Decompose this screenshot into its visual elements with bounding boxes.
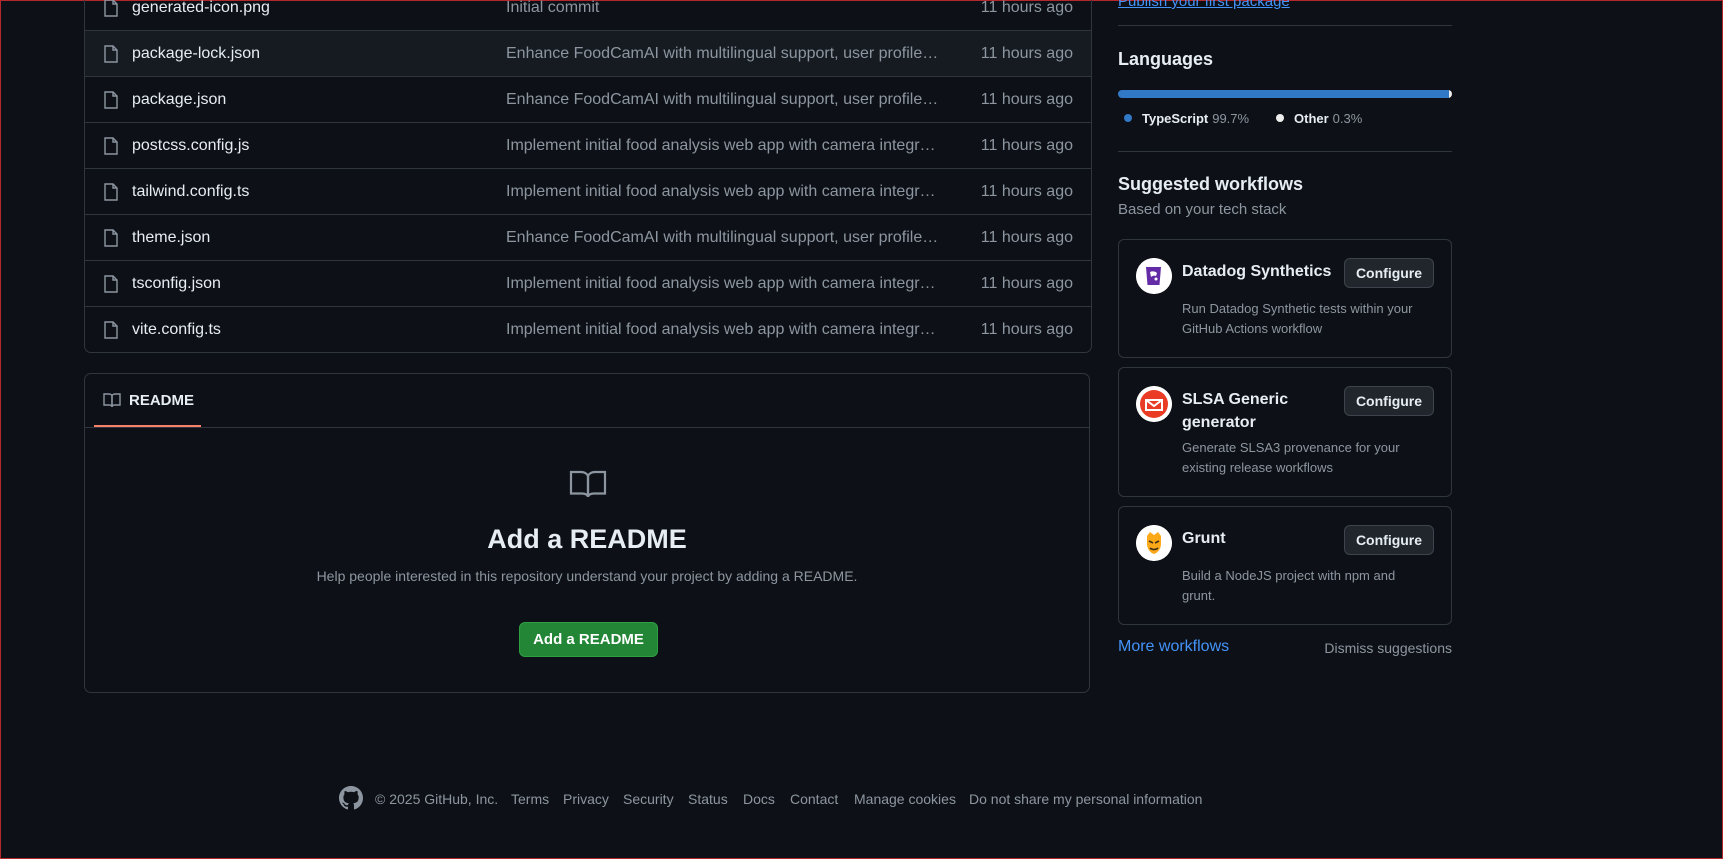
commit-age: 11 hours ago (980, 137, 1073, 154)
commit-age: 11 hours ago (980, 321, 1073, 338)
publish-package-link[interactable]: Publish your first package (1118, 0, 1290, 10)
book-icon (103, 393, 121, 408)
workflow-description: Generate SLSA3 provenance for your exist… (1182, 440, 1400, 475)
file-row[interactable]: theme.json Enhance FoodCamAI with multil… (85, 214, 1091, 260)
commit-age: 11 hours ago (980, 183, 1073, 200)
footer-link-privacy[interactable]: Privacy (563, 791, 609, 807)
footer-link-status[interactable]: Status (688, 791, 728, 807)
workflow-name: Grunt (1182, 530, 1226, 547)
file-icon (104, 137, 118, 155)
file-icon (104, 183, 118, 201)
commit-message-link[interactable]: Implement initial food analysis web app … (506, 183, 940, 201)
commit-age: 11 hours ago (980, 229, 1073, 246)
slsa-icon (1136, 386, 1172, 422)
dismiss-suggestions-button[interactable]: Dismiss suggestions (1324, 640, 1452, 656)
language-dot-icon (1124, 114, 1132, 122)
readme-empty-description: Help people interested in this repositor… (316, 568, 858, 584)
file-row[interactable]: postcss.config.js Implement initial food… (85, 122, 1091, 168)
file-list: generated-icon.png Initial commit 11 hou… (84, 0, 1092, 353)
commit-message-link[interactable]: Implement initial food analysis web app … (506, 275, 940, 293)
commit-message-link[interactable]: Enhance FoodCamAI with multilingual supp… (506, 45, 940, 63)
file-row[interactable]: package-lock.json Enhance FoodCamAI with… (85, 30, 1091, 76)
commit-message-link[interactable]: Implement initial food analysis web app … (506, 321, 940, 339)
footer-link-terms[interactable]: Terms (511, 791, 549, 807)
footer-link-contact[interactable]: Contact (790, 791, 838, 807)
file-row[interactable]: vite.config.ts Implement initial food an… (85, 306, 1091, 352)
add-readme-button[interactable]: Add a README (519, 622, 658, 657)
file-icon (104, 45, 118, 63)
workflow-name: SLSA Generic generator (1182, 391, 1289, 431)
file-name-link[interactable]: tailwind.config.ts (132, 183, 249, 201)
grunt-icon (1136, 525, 1172, 561)
file-row[interactable]: tailwind.config.ts Implement initial foo… (85, 168, 1091, 214)
file-icon (104, 275, 118, 293)
file-name-link[interactable]: tsconfig.json (132, 275, 221, 293)
commit-message-link[interactable]: Enhance FoodCamAI with multilingual supp… (506, 229, 940, 247)
readme-panel: README Add a README Help people interest… (84, 373, 1090, 693)
commit-age: 11 hours ago (980, 91, 1073, 108)
language-other[interactable]: Other 0.3% (1276, 111, 1362, 126)
footer-link-docs[interactable]: Docs (743, 791, 775, 807)
file-name-link[interactable]: package-lock.json (132, 45, 260, 63)
configure-button[interactable]: Configure (1344, 386, 1434, 416)
file-icon (104, 229, 118, 247)
file-icon (104, 0, 118, 17)
workflow-card-slsa: SLSA Generic generator Generate SLSA3 pr… (1118, 367, 1452, 497)
footer-link-manage-cookies[interactable]: Manage cookies (854, 791, 956, 807)
tab-readme-label: README (129, 392, 195, 409)
file-icon (104, 321, 118, 339)
datadog-icon (1136, 258, 1172, 294)
file-name-link[interactable]: vite.config.ts (132, 321, 221, 339)
file-icon (104, 91, 118, 109)
workflow-name: Datadog Synthetics (1182, 263, 1332, 280)
suggested-workflows-heading: Suggested workflows (1118, 174, 1304, 194)
footer-link-security[interactable]: Security (623, 791, 674, 807)
file-name-link[interactable]: generated-icon.png (132, 0, 270, 17)
commit-age: 11 hours ago (980, 0, 1073, 16)
workflow-card-grunt: Grunt Build a NodeJS project with npm an… (1118, 506, 1452, 625)
file-row[interactable]: package.json Enhance FoodCamAI with mult… (85, 76, 1091, 122)
file-row[interactable]: tsconfig.json Implement initial food ana… (85, 260, 1091, 306)
configure-button[interactable]: Configure (1344, 525, 1434, 555)
commit-message-link[interactable]: Initial commit (506, 0, 940, 17)
divider (85, 427, 1089, 428)
file-name-link[interactable]: postcss.config.js (132, 137, 249, 155)
divider (1118, 151, 1452, 152)
workflow-description: Build a NodeJS project with npm and grun… (1182, 568, 1396, 603)
workflow-description: Run Datadog Synthetic tests within your … (1182, 301, 1413, 336)
divider (1118, 25, 1452, 26)
footer-link-do-not-share[interactable]: Do not share my personal information (969, 791, 1202, 807)
commit-age: 11 hours ago (980, 275, 1073, 292)
language-typescript[interactable]: TypeScript 99.7% (1124, 111, 1249, 126)
commit-message-link[interactable]: Implement initial food analysis web app … (506, 137, 940, 155)
languages-heading: Languages (1118, 49, 1214, 69)
commit-age: 11 hours ago (980, 45, 1073, 62)
copyright: © 2025 GitHub, Inc. (375, 791, 499, 807)
tab-readme[interactable]: README (94, 374, 201, 427)
file-name-link[interactable]: package.json (132, 91, 226, 109)
language-bar-typescript (1118, 90, 1450, 98)
github-logo-icon[interactable] (339, 786, 363, 810)
commit-message-link[interactable]: Enhance FoodCamAI with multilingual supp… (506, 91, 940, 109)
language-bar-other (1449, 90, 1452, 98)
more-workflows-link[interactable]: More workflows (1118, 638, 1229, 656)
workflow-card-datadog: Datadog Synthetics Run Datadog Synthetic… (1118, 239, 1452, 358)
book-icon (569, 470, 607, 498)
configure-button[interactable]: Configure (1344, 258, 1434, 288)
file-name-link[interactable]: theme.json (132, 229, 210, 247)
language-dot-icon (1276, 114, 1284, 122)
readme-empty-title: Add a README (487, 524, 687, 554)
language-bar (1118, 90, 1452, 98)
suggested-workflows-subtitle: Based on your tech stack (1118, 201, 1287, 218)
file-row[interactable]: generated-icon.png Initial commit 11 hou… (85, 0, 1091, 30)
